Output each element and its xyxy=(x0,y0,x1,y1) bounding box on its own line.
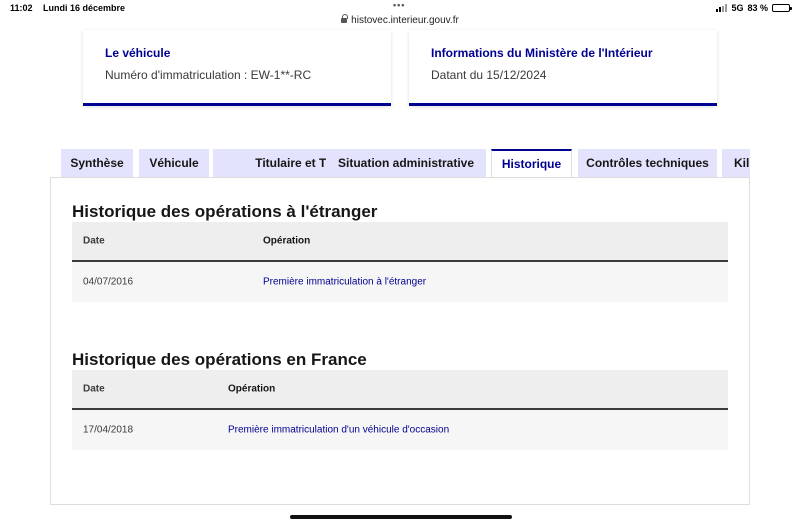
battery-percent: 83 % xyxy=(747,3,768,13)
multitask-dots[interactable]: ••• xyxy=(393,0,405,10)
column-operation: Opération xyxy=(263,235,311,247)
table-header: Date Opération xyxy=(72,370,728,410)
abroad-history-table: Date Opération 04/07/2016 Première immat… xyxy=(72,222,728,302)
ministry-card-title: Informations du Ministère de l'Intérieur xyxy=(431,46,653,60)
ministry-card: Informations du Ministère de l'Intérieur… xyxy=(409,30,717,106)
row-date: 04/07/2016 xyxy=(83,276,134,288)
status-bar: 11:02 Lundi 16 décembre ••• 5G 83 % xyxy=(0,0,800,16)
table-row: 04/07/2016 Première immatriculation à l'… xyxy=(72,262,728,302)
vehicle-card: Le véhicule Numéro d'immatriculation : E… xyxy=(83,30,391,106)
url-text[interactable]: histovec.interieur.gouv.fr xyxy=(351,15,459,26)
tab-vehicule[interactable]: Véhicule xyxy=(139,149,209,177)
row-operation-link[interactable]: Première immatriculation d'un véhicule d… xyxy=(228,425,449,436)
tab-synthese[interactable]: Synthèse xyxy=(61,149,133,177)
column-date: Date xyxy=(83,383,105,395)
vehicle-card-title: Le véhicule xyxy=(105,46,171,60)
abroad-history-title: Historique des opérations à l'étranger xyxy=(72,202,378,221)
vehicle-card-plate: Numéro d'immatriculation : EW-1**-RC xyxy=(105,68,312,82)
tab-situation-administrative[interactable]: Situation administrative xyxy=(326,149,486,177)
france-history-title: Historique des opérations en France xyxy=(72,350,367,369)
status-right: 5G 83 % xyxy=(716,3,792,13)
home-indicator[interactable] xyxy=(290,515,512,519)
url-bar[interactable]: histovec.interieur.gouv.fr xyxy=(0,14,800,26)
tab-kilometrage[interactable]: Kil xyxy=(722,149,750,177)
ministry-card-date: Datant du 15/12/2024 xyxy=(431,68,547,82)
france-history-table: Date Opération 17/04/2018 Première immat… xyxy=(72,370,728,450)
column-operation: Opération xyxy=(228,383,276,395)
column-date: Date xyxy=(83,235,105,247)
lock-icon xyxy=(341,14,349,24)
signal-icon xyxy=(716,4,728,12)
table-header: Date Opération xyxy=(72,222,728,262)
table-row: 17/04/2018 Première immatriculation d'un… xyxy=(72,410,728,450)
network-type: 5G xyxy=(731,3,744,13)
tab-controles-techniques[interactable]: Contrôles techniques xyxy=(578,149,717,177)
status-date: Lundi 16 décembre xyxy=(43,3,126,13)
row-operation-link[interactable]: Première immatriculation à l'étranger xyxy=(263,277,426,288)
battery-icon xyxy=(772,4,792,12)
status-time: 11:02 xyxy=(10,3,33,13)
tab-bar: Synthèse Véhicule Titulaire et Titre Sit… xyxy=(61,149,750,178)
row-date: 17/04/2018 xyxy=(83,424,134,436)
tab-historique[interactable]: Historique xyxy=(491,149,572,178)
